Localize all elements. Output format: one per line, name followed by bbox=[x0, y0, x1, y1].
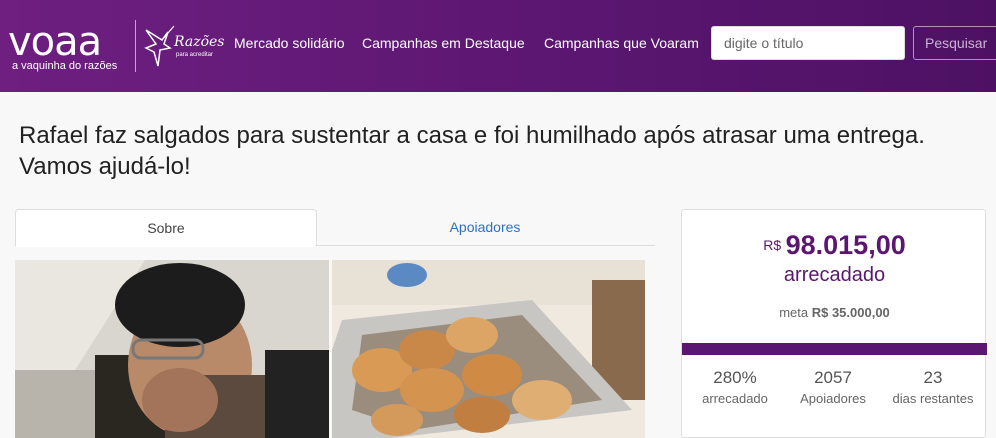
top-navigation-bar: voaa a vaquinha do razões Razões para ac… bbox=[0, 0, 996, 92]
tab-sobre[interactable]: Sobre bbox=[15, 209, 317, 247]
tab-apoiadores[interactable]: Apoiadores bbox=[325, 209, 645, 246]
stat-percent-label: arrecadado bbox=[702, 391, 768, 406]
raised-label: arrecadado bbox=[783, 264, 886, 286]
currency-symbol: R$ bbox=[763, 237, 782, 253]
nav-campanhas-que-voaram[interactable]: Campanhas que Voaram bbox=[544, 35, 699, 51]
brand-name: voaa bbox=[8, 19, 102, 65]
stat-supporters-label: Apoiadores bbox=[800, 391, 866, 406]
nav-mercado-solidario[interactable]: Mercado solidário bbox=[234, 35, 345, 51]
hummingbird-icon bbox=[144, 25, 175, 67]
stat-days-label: dias restantes bbox=[892, 391, 974, 406]
brand-logo[interactable]: voaa a vaquinha do razões Razões para ac… bbox=[8, 14, 224, 76]
partner-name: Razões bbox=[174, 34, 225, 50]
campaign-title: Rafael faz salgados para sustentar a cas… bbox=[19, 122, 925, 180]
search-input[interactable] bbox=[711, 26, 905, 60]
partner-sub: para acreditar bbox=[176, 52, 214, 58]
progress-bar-fill bbox=[682, 343, 987, 355]
stat-days: 23 dias restantes bbox=[886, 368, 980, 408]
nav-campanhas-destaque[interactable]: Campanhas em Destaque bbox=[362, 35, 525, 51]
raised-amount: R$ 98.015,00 bbox=[682, 230, 987, 261]
stat-supporters-value: 2057 bbox=[814, 368, 852, 387]
stat-percent: 280% arrecadado bbox=[690, 368, 780, 408]
stat-percent-value: 280% bbox=[713, 368, 757, 387]
amount-value: 98.015,00 bbox=[785, 230, 906, 260]
campaign-tabs: Sobre Apoiadores bbox=[15, 209, 655, 247]
search-button[interactable]: Pesquisar bbox=[913, 26, 996, 60]
goal-prefix: meta bbox=[779, 305, 809, 320]
stat-supporters: 2057 Apoiadores bbox=[788, 368, 878, 408]
goal-value: R$ 35.000,00 bbox=[811, 305, 890, 320]
brand-tagline: a vaquinha do razões bbox=[12, 60, 118, 72]
donation-summary-card: R$ 98.015,00 arrecadado meta R$ 35.000,0… bbox=[681, 209, 987, 438]
stat-days-value: 23 bbox=[923, 368, 943, 387]
brand-divider bbox=[135, 20, 136, 72]
goal-text: meta R$ 35.000,00 bbox=[682, 305, 987, 320]
campaign-photo-salgados bbox=[332, 260, 645, 438]
campaign-photo-man bbox=[15, 260, 329, 438]
progress-bar bbox=[682, 343, 987, 355]
